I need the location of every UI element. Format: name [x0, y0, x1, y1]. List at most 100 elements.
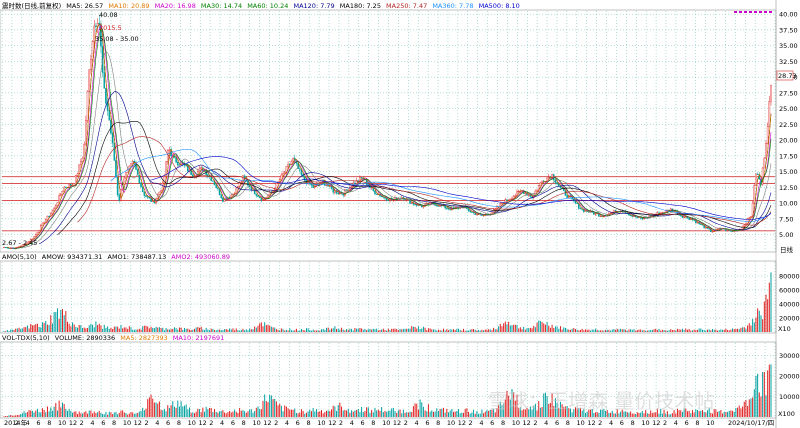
amo-bar — [767, 299, 769, 332]
amo-bar — [561, 329, 563, 332]
amo-bar — [722, 329, 724, 332]
volume-bar — [72, 412, 74, 417]
volume-bar — [61, 402, 63, 417]
candle-body — [700, 223, 702, 225]
candle-body — [185, 165, 187, 167]
peak-value-annotation: 40.08 — [99, 11, 118, 19]
amo-bar — [715, 329, 717, 332]
volume-bar — [202, 407, 204, 417]
candle-body — [770, 84, 772, 102]
volume-bar — [182, 406, 184, 417]
candle-body — [476, 214, 478, 216]
amo-bar — [190, 329, 192, 332]
amo-bar — [732, 328, 734, 332]
volume-bar — [90, 410, 92, 417]
amo-bar — [305, 328, 307, 332]
amo-bar — [58, 318, 60, 332]
volume-bar — [275, 401, 277, 417]
volume-bar — [481, 409, 483, 417]
candle-body — [222, 197, 224, 202]
volume-bar — [396, 412, 398, 417]
amo-bar — [427, 328, 429, 332]
volume-bar — [362, 412, 364, 417]
amo-bar — [302, 330, 304, 332]
volume-bar — [48, 411, 50, 417]
amo-bar — [432, 329, 434, 332]
x-tick-label: 4 — [220, 419, 224, 427]
candle-body — [90, 59, 92, 70]
volume-bar — [359, 412, 361, 417]
amo-bar — [559, 326, 561, 332]
amo-bar — [471, 329, 473, 332]
candle-body — [404, 199, 406, 201]
volume-bar — [113, 412, 115, 417]
candle-body — [4, 247, 7, 249]
amo-bar — [372, 328, 374, 332]
volume-bar — [23, 411, 25, 417]
amo-bar — [725, 328, 727, 332]
x-tick-label: 6 — [425, 419, 429, 427]
amo-bar — [257, 325, 259, 332]
candle-body — [86, 91, 89, 121]
volume-bar — [143, 410, 145, 417]
x-tick-label: 10 — [447, 419, 455, 427]
candle-body — [175, 157, 177, 163]
volume-bar — [118, 412, 120, 417]
amo-bar — [554, 326, 556, 332]
amo-bar — [451, 329, 453, 332]
volume-bar — [364, 411, 366, 417]
volume-bar — [222, 410, 224, 417]
amo-bar — [610, 330, 612, 332]
candle-body — [566, 195, 568, 198]
amo-bar — [748, 323, 750, 332]
volume-bar — [157, 403, 159, 417]
volume-bar — [56, 410, 58, 417]
amo-bar — [720, 329, 722, 332]
candle-body — [3, 247, 5, 249]
volume-bar — [740, 408, 742, 417]
amo-bar — [707, 329, 709, 332]
amo-bar — [294, 330, 296, 332]
y-tick-label-volume: 10000 — [779, 393, 800, 401]
volume-bar — [361, 406, 363, 417]
amo-bar — [399, 329, 401, 332]
y-tick-label-amo: 60000 — [779, 287, 800, 295]
volume-bar — [315, 409, 317, 417]
amo-panel-frame — [0, 260, 777, 334]
volume-bar — [204, 411, 206, 417]
candle-body — [753, 184, 756, 204]
volume-bar — [5, 416, 7, 417]
y-tick-label-volume: 30000 — [779, 352, 800, 360]
amo-bar — [523, 326, 525, 332]
amo-bar — [204, 330, 206, 332]
volume-bar — [628, 412, 630, 417]
volume-bar — [357, 408, 359, 417]
volume-bar — [469, 413, 471, 417]
amo-bar — [82, 327, 84, 332]
volume-bar — [349, 412, 351, 417]
amo-bar — [469, 329, 471, 332]
amo-bar — [157, 327, 159, 332]
candle-body — [85, 120, 87, 145]
amo-bar — [6, 330, 8, 332]
amo-bar — [225, 329, 227, 332]
volume-bar — [112, 414, 114, 417]
candle-body — [629, 215, 632, 217]
amo-bar — [351, 328, 353, 332]
volume-bar — [299, 412, 301, 417]
candle-body — [310, 184, 313, 186]
volume-bar — [300, 409, 302, 417]
volume-bar — [127, 414, 129, 417]
volume-bar — [424, 410, 426, 417]
volume-bar — [63, 403, 65, 417]
amo-bar — [232, 328, 234, 332]
amo-bar — [85, 328, 87, 332]
x-tick-label: 8 — [306, 419, 310, 427]
amo-bar — [235, 328, 237, 332]
amo-bar — [578, 330, 580, 332]
y-tick-label-price: 12.50 — [779, 184, 798, 192]
volume-bar — [324, 412, 326, 417]
amo-bar — [195, 327, 197, 332]
x-tick-label: 2 — [274, 419, 278, 427]
amo-bar — [763, 301, 765, 332]
